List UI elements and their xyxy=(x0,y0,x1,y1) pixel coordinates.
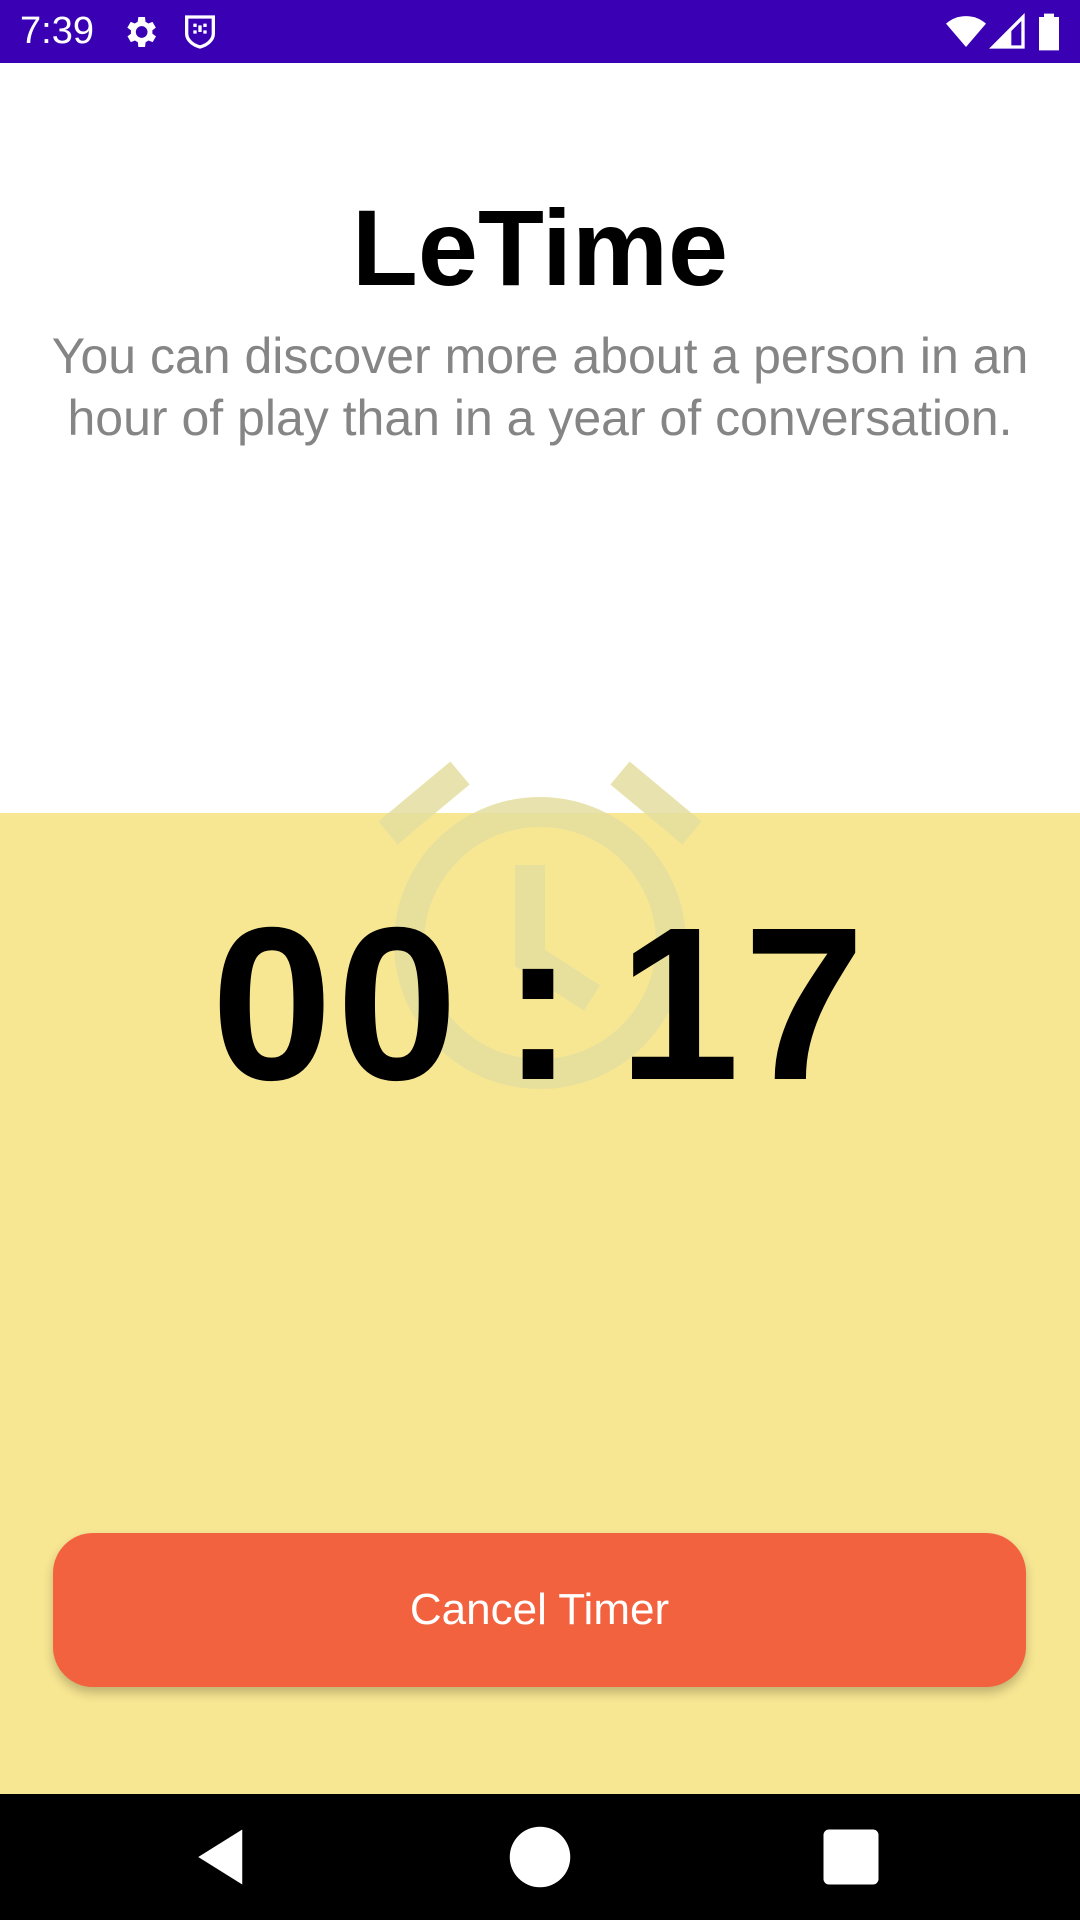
wifi-icon xyxy=(944,12,988,52)
battery-icon xyxy=(1036,12,1062,52)
timer-seconds: 17 xyxy=(618,883,869,1126)
header-section: LeTime You can discover more about a per… xyxy=(0,63,1080,813)
status-bar: 7:39 xyxy=(0,0,1080,63)
status-time: 7:39 xyxy=(20,10,94,52)
timer-minutes: 00 xyxy=(211,883,462,1126)
recents-icon[interactable] xyxy=(818,1824,884,1890)
quote-text: You can discover more about a person in … xyxy=(51,328,1029,446)
back-icon[interactable] xyxy=(190,1824,256,1890)
navigation-bar xyxy=(0,1794,1080,1920)
shield-icon xyxy=(180,12,220,52)
gear-icon xyxy=(120,12,160,52)
cancel-timer-button[interactable]: Cancel Timer xyxy=(53,1533,1026,1687)
timer-separator: : xyxy=(501,883,579,1126)
home-icon[interactable] xyxy=(507,1824,573,1890)
signal-icon xyxy=(988,12,1028,52)
timer-display: 00 : 17 xyxy=(0,883,1080,1126)
app-title: LeTime xyxy=(351,187,729,308)
